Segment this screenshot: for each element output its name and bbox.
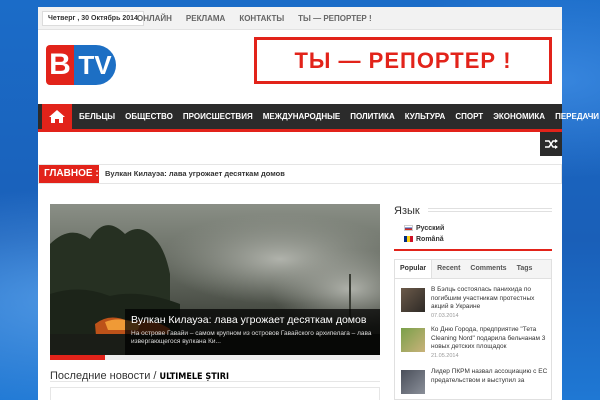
popular-posts-list: В Бэлць состоялась панихида по погибшим … <box>394 279 552 400</box>
sidebar-divider <box>394 249 552 251</box>
slider-progress-fill <box>50 355 105 360</box>
reporter-banner[interactable]: ТЫ — РЕПОРТЕР ! <box>254 37 552 84</box>
slider-progress <box>50 355 380 360</box>
latest-news-title: Последние новости / <box>50 370 160 382</box>
post-thumbnail <box>401 288 425 312</box>
language-title-text: Язык <box>394 205 420 217</box>
nav-item-incidents[interactable]: ПРОИСШЕСТВИЯ <box>178 104 258 129</box>
slider-caption: Вулкан Килауэа: лава угрожает десяткам д… <box>125 309 380 355</box>
list-item[interactable]: В Бэлць состоялась панихида по погибшим … <box>401 286 549 324</box>
tab-tags[interactable]: Tags <box>512 260 538 278</box>
list-item[interactable]: Лидер ПКРМ назвал ассоциацию с ЕС предат… <box>401 368 549 400</box>
main-content: Вулкан Килауэа: лава угрожает десяткам д… <box>38 194 388 400</box>
post-date: 07.03.2014 <box>431 313 459 319</box>
post-title[interactable]: В Бэлць состоялась панихида по погибшим … <box>431 286 549 312</box>
russia-flag-icon <box>404 225 413 232</box>
page-container: Четверг , 30 Октябрь 2014 ОНЛАЙН РЕКЛАМА… <box>38 7 599 400</box>
tab-comments[interactable]: Comments <box>465 260 511 278</box>
top-link-reporter[interactable]: ТЫ — РЕПОРТЕР ! <box>291 7 378 30</box>
sidebar: Язык Русский Română Popular Recent Comme… <box>394 194 552 400</box>
top-bar: Четверг , 30 Октябрь 2014 ОНЛАЙН РЕКЛАМА… <box>38 7 562 30</box>
top-link-ads[interactable]: РЕКЛАМА <box>179 7 232 30</box>
nav-item-politics[interactable]: ПОЛИТИКА <box>345 104 399 129</box>
language-label-ru: Русский <box>416 225 445 232</box>
shuffle-icon[interactable] <box>540 132 562 156</box>
latest-news-list <box>50 387 380 400</box>
top-link-online[interactable]: ОНЛАЙН <box>130 7 179 30</box>
breaking-label: ГЛАВНОЕ : <box>39 165 99 183</box>
top-link-contacts[interactable]: КОНТАКТЫ <box>232 7 291 30</box>
nav-item-international[interactable]: МЕЖДУНАРОДНЫЕ <box>258 104 346 129</box>
latest-news-heading: Последние новости / ULTIMELE ȘTIRI <box>50 366 380 382</box>
post-thumbnail <box>401 328 425 352</box>
post-title[interactable]: Ко Дню Города, предприятие "Тета Cleanin… <box>431 326 549 352</box>
breaking-news-bar: ГЛАВНОЕ : Вулкан Килауэа: лава угрожает … <box>38 164 562 184</box>
breaking-link[interactable]: Вулкан Килауэа: лава угрожает десяткам д… <box>105 165 285 183</box>
posts-tabs: Popular Recent Comments Tags <box>394 259 552 279</box>
nav-item-economy[interactable]: ЭКОНОМИКА <box>488 104 550 129</box>
nav-item-shows[interactable]: ПЕРЕДАЧИ <box>550 104 600 129</box>
home-icon[interactable] <box>42 104 72 129</box>
language-option-ru[interactable]: Русский <box>404 225 444 232</box>
latest-news-title-bold: ULTIMELE ȘTIRI <box>159 372 230 382</box>
romania-flag-icon <box>404 236 413 243</box>
language-option-ro[interactable]: Română <box>404 236 444 243</box>
language-label-ro: Română <box>416 236 444 243</box>
sub-nav-bar <box>38 132 562 156</box>
nav-item-sport[interactable]: СПОРТ <box>450 104 488 129</box>
tab-recent[interactable]: Recent <box>432 260 465 278</box>
nav-item-beltsy[interactable]: БЕЛЬЦЫ <box>74 104 120 129</box>
language-widget-title: Язык <box>394 204 552 218</box>
featured-slider[interactable]: Вулкан Килауэа: лава угрожает десяткам д… <box>50 204 380 355</box>
list-item[interactable]: Ко Дню Города, предприятие "Тета Cleanin… <box>401 326 549 364</box>
nav-item-shows-label: ПЕРЕДАЧИ <box>555 112 600 121</box>
top-links: ОНЛАЙН РЕКЛАМА КОНТАКТЫ ТЫ — РЕПОРТЕР ! <box>130 7 379 30</box>
tab-popular[interactable]: Popular <box>395 260 433 278</box>
title-divider-lines <box>428 208 552 214</box>
site-logo[interactable]: B TV <box>46 45 116 85</box>
post-title[interactable]: Лидер ПКРМ назвал ассоциацию с ЕС предат… <box>431 368 549 385</box>
date-label: Четверг , 30 Октябрь 2014 <box>42 11 144 26</box>
slider-excerpt: На острове Гавайи – самом крупном из ост… <box>131 330 372 345</box>
post-date: 21.05.2014 <box>431 353 459 359</box>
main-nav: БЕЛЬЦЫ ОБЩЕСТВО ПРОИСШЕСТВИЯ МЕЖДУНАРОДН… <box>38 104 599 132</box>
logo-letter-b: B <box>46 45 74 85</box>
logo-letters-tv: TV <box>74 45 116 85</box>
reporter-banner-text: ТЫ — РЕПОРТЕР ! <box>294 48 512 73</box>
nav-item-society[interactable]: ОБЩЕСТВО <box>120 104 178 129</box>
post-thumbnail <box>401 370 425 394</box>
nav-items: БЕЛЬЦЫ ОБЩЕСТВО ПРОИСШЕСТВИЯ МЕЖДУНАРОДН… <box>74 104 600 129</box>
nav-item-culture[interactable]: КУЛЬТУРА <box>400 104 451 129</box>
slider-title[interactable]: Вулкан Килауэа: лава угрожает десяткам д… <box>131 314 374 327</box>
